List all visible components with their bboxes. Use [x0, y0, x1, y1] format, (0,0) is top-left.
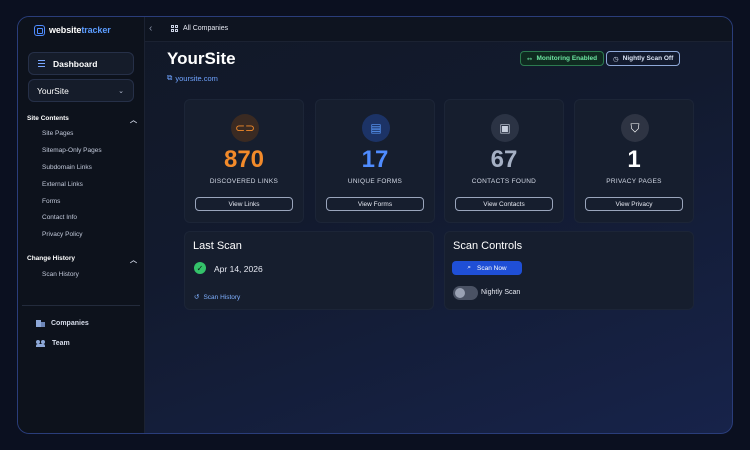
- scan-icon: ⌕: [467, 264, 471, 271]
- stat-value: 67: [490, 146, 518, 173]
- sidebar-item-privacy-policy[interactable]: Privacy Policy: [42, 231, 82, 238]
- sidebar-item-companies[interactable]: Companies: [36, 320, 89, 327]
- sidebar-item-sitemap-only-pages[interactable]: Sitemap-Only Pages: [42, 147, 102, 154]
- sidebar-item-team[interactable]: Team: [36, 340, 70, 347]
- scan-controls-title: Scan Controls: [453, 240, 523, 252]
- stat-card-privacy: ⛉ 1 PRIVACY PAGES View Privacy: [574, 99, 694, 223]
- sidebar-item-forms[interactable]: Forms: [42, 198, 60, 205]
- shield-icon: ⛉: [621, 114, 649, 142]
- view-links-button[interactable]: View Links: [195, 197, 293, 211]
- stat-card-links: ⊂⊃ 870 DISCOVERED LINKS View Links: [184, 99, 304, 223]
- brand-logo[interactable]: websitetracker: [34, 24, 111, 36]
- dashboard-label: Dashboard: [53, 58, 98, 69]
- chevron-up-icon: ︿: [130, 117, 137, 124]
- view-privacy-button[interactable]: View Privacy: [585, 197, 683, 211]
- page-title: YourSite: [167, 49, 236, 68]
- stat-value: 870: [223, 146, 265, 173]
- view-contacts-button[interactable]: View Contacts: [455, 197, 553, 211]
- sidebar: websitetracker Dashboard YourSite ⌄ Site…: [18, 17, 145, 433]
- stat-label: UNIQUE FORMS: [347, 178, 403, 185]
- last-scan-date: Apr 14, 2026: [214, 264, 263, 274]
- sidebar-item-external-links[interactable]: External Links: [42, 181, 83, 188]
- view-forms-button[interactable]: View Forms: [326, 197, 424, 211]
- topbar: ‹ All Companies: [145, 17, 732, 42]
- stat-card-contacts: ▣ 67 CONTACTS FOUND View Contacts: [444, 99, 564, 223]
- menu-icon: [38, 60, 45, 67]
- stat-label: CONTACTS FOUND: [471, 178, 537, 185]
- scan-controls-panel: Scan Controls ⌕ Scan Now Nightly Scan: [444, 231, 694, 310]
- breadcrumb[interactable]: All Companies: [171, 25, 228, 32]
- chevron-down-icon: ⌄: [118, 87, 124, 95]
- stat-label: DISCOVERED LINKS: [209, 178, 279, 185]
- stat-label: PRIVACY PAGES: [606, 178, 662, 185]
- section-header-site-contents[interactable]: Site Contents ︿: [27, 115, 137, 125]
- monitoring-status-badge[interactable]: ⇿ Monitoring Enabled: [520, 51, 605, 66]
- chevron-left-icon[interactable]: ‹: [149, 23, 152, 34]
- sidebar-item-site-pages[interactable]: Site Pages: [42, 130, 73, 137]
- nightly-scan-label: Nightly Scan: [481, 289, 521, 296]
- building-icon: [36, 320, 45, 327]
- team-icon: [36, 340, 46, 347]
- sidebar-divider: [22, 305, 140, 306]
- scan-history-link[interactable]: ↺ Scan History: [194, 293, 240, 302]
- stat-value: 17: [361, 146, 389, 173]
- document-icon: ▤: [362, 114, 390, 142]
- stat-value: 1: [627, 146, 641, 173]
- scan-now-button[interactable]: ⌕ Scan Now: [452, 261, 522, 275]
- nightly-scan-badge[interactable]: ◷ Nightly Scan Off: [606, 51, 681, 66]
- external-link-icon: ⧉: [167, 73, 173, 82]
- grid-icon: [171, 25, 178, 32]
- check-circle-icon: ✓: [194, 262, 206, 274]
- sidebar-dashboard-button[interactable]: Dashboard: [28, 52, 134, 75]
- breadcrumb-label: All Companies: [183, 25, 229, 32]
- toggle-knob: [455, 288, 465, 298]
- clock-icon: ◷: [613, 55, 619, 63]
- pulse-icon: ⇿: [527, 55, 533, 63]
- sidebar-item-contact-info[interactable]: Contact Info: [42, 214, 77, 221]
- last-scan-panel: Last Scan ✓ Apr 14, 2026 ↺ Scan History: [184, 231, 434, 310]
- site-url-link[interactable]: ⧉ yoursite.com: [167, 73, 218, 83]
- brand-name: websitetracker: [49, 25, 111, 35]
- chevron-up-icon: ︿: [130, 257, 137, 264]
- contact-card-icon: ▣: [491, 114, 519, 142]
- sidebar-item-subdomain-links[interactable]: Subdomain Links: [42, 164, 92, 171]
- stat-card-forms: ▤ 17 UNIQUE FORMS View Forms: [315, 99, 435, 223]
- sidebar-item-scan-history[interactable]: Scan History: [42, 271, 79, 278]
- logo-icon: [34, 24, 45, 36]
- app-window: websitetracker Dashboard YourSite ⌄ Site…: [17, 16, 733, 434]
- history-icon: ↺: [194, 294, 200, 301]
- nightly-scan-toggle[interactable]: [453, 286, 478, 300]
- link-icon: ⊂⊃: [231, 114, 259, 142]
- last-scan-title: Last Scan: [193, 240, 242, 252]
- site-selector-value: YourSite: [37, 85, 69, 96]
- site-selector[interactable]: YourSite ⌄: [28, 79, 134, 102]
- section-header-change-history[interactable]: Change History ︿: [27, 255, 137, 265]
